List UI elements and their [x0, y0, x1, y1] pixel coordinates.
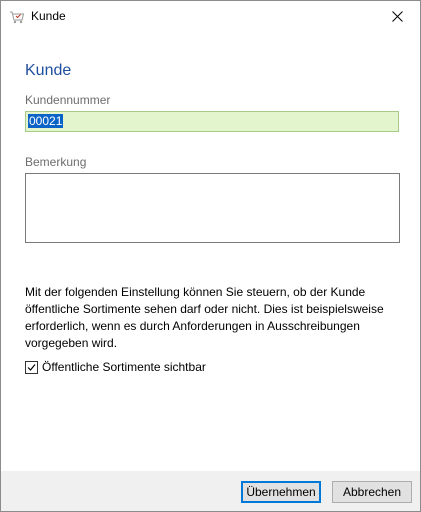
close-icon — [391, 11, 403, 22]
kundennummer-label: Kundennummer — [25, 93, 111, 107]
kundennummer-value: 00021 — [28, 114, 64, 128]
description-text: Mit der folgenden Einstellung können Sie… — [25, 285, 384, 350]
page-title: Kunde — [25, 62, 72, 79]
kundennummer-input[interactable]: 00021 — [25, 111, 399, 132]
public-assortments-checkbox-row[interactable]: Öffentliche Sortimente sichtbar — [25, 360, 206, 374]
close-button[interactable] — [374, 1, 420, 32]
cancel-button[interactable]: Abbrechen — [332, 481, 412, 503]
title-bar[interactable]: Kunde — [1, 1, 420, 32]
bemerkung-label: Bemerkung — [25, 155, 87, 169]
shopping-cart-icon — [9, 9, 25, 25]
bemerkung-textarea[interactable] — [25, 173, 400, 243]
public-assortments-checkbox-label: Öffentliche Sortimente sichtbar — [42, 360, 206, 374]
checkmark-icon — [27, 363, 36, 371]
public-assortments-checkbox[interactable] — [25, 360, 38, 374]
apply-button[interactable]: Übernehmen — [241, 481, 321, 503]
window-title: Kunde — [31, 9, 66, 23]
dialog-window: Kunde Kunde Kundennummer 00021 Bemerkung… — [0, 0, 421, 512]
